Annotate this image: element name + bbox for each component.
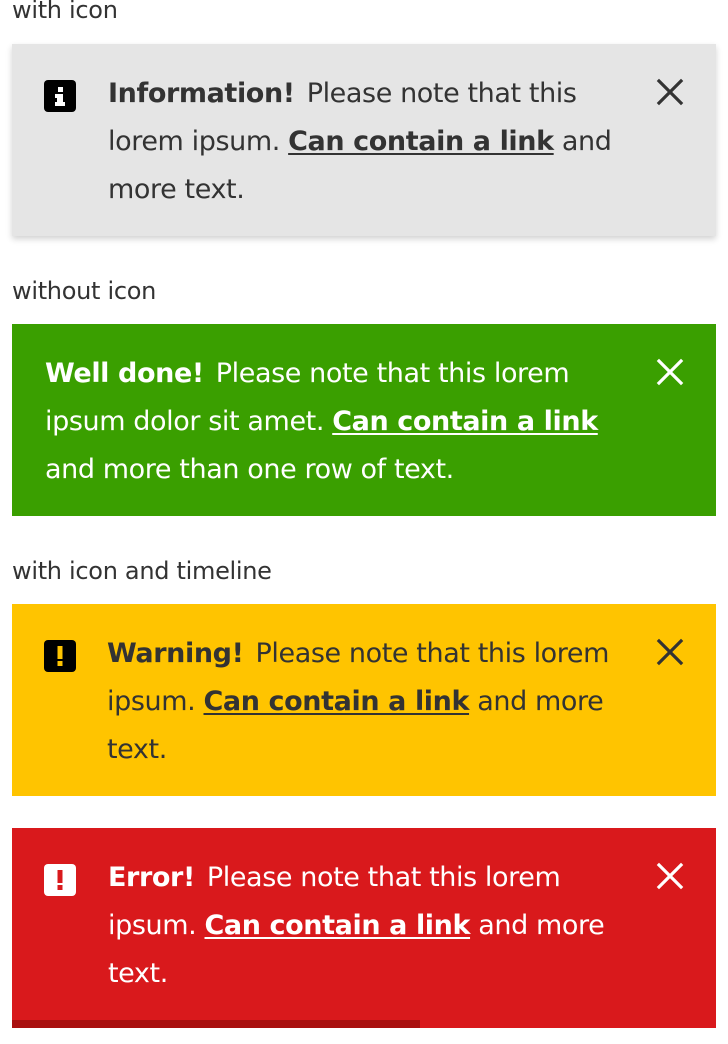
alert-link[interactable]: Can contain a link xyxy=(204,686,470,717)
close-button[interactable] xyxy=(654,636,686,668)
warning-alert: Warning! Please note that this lorem ipsu… xyxy=(12,604,716,796)
alert-heading: Well done! xyxy=(45,358,204,389)
close-button[interactable] xyxy=(654,356,686,388)
success-alert: Well done! Please note that this lorem ip… xyxy=(12,324,716,516)
alert-heading: Warning! xyxy=(107,638,244,669)
timeline-progress-bar xyxy=(12,1020,421,1028)
alert-link[interactable]: Can contain a link xyxy=(332,406,598,437)
alert-link[interactable]: Can contain a link xyxy=(288,126,554,157)
error-alert: Error! Please note that this lorem ipsum.… xyxy=(12,828,716,1028)
close-button[interactable] xyxy=(654,76,686,108)
warning-icon xyxy=(44,640,76,672)
close-icon xyxy=(656,862,684,890)
close-icon xyxy=(656,78,684,106)
close-button[interactable] xyxy=(654,860,686,892)
info-alert: Information! Please note that this lorem … xyxy=(12,44,716,236)
alert-heading: Information! xyxy=(108,78,295,109)
alert-message: Well done! Please note that this lorem ip… xyxy=(45,350,625,494)
alert-link[interactable]: Can contain a link xyxy=(205,910,471,941)
section-label-without-icon: without icon xyxy=(12,277,157,305)
alert-message: Information! Please note that this lorem … xyxy=(108,70,628,214)
alert-message: Error! Please note that this lorem ipsum.… xyxy=(108,854,628,998)
error-icon xyxy=(44,864,76,896)
alert-heading: Error! xyxy=(108,862,195,893)
close-icon xyxy=(656,638,684,666)
section-label-with-icon-and-timeline: with icon and timeline xyxy=(12,557,272,585)
info-icon xyxy=(44,80,76,112)
alert-message: Warning! Please note that this lorem ipsu… xyxy=(107,630,647,774)
section-label-with-icon: with icon xyxy=(12,0,118,24)
close-icon xyxy=(656,358,684,386)
alert-body-text-end: and more than one row of text. xyxy=(45,454,454,485)
